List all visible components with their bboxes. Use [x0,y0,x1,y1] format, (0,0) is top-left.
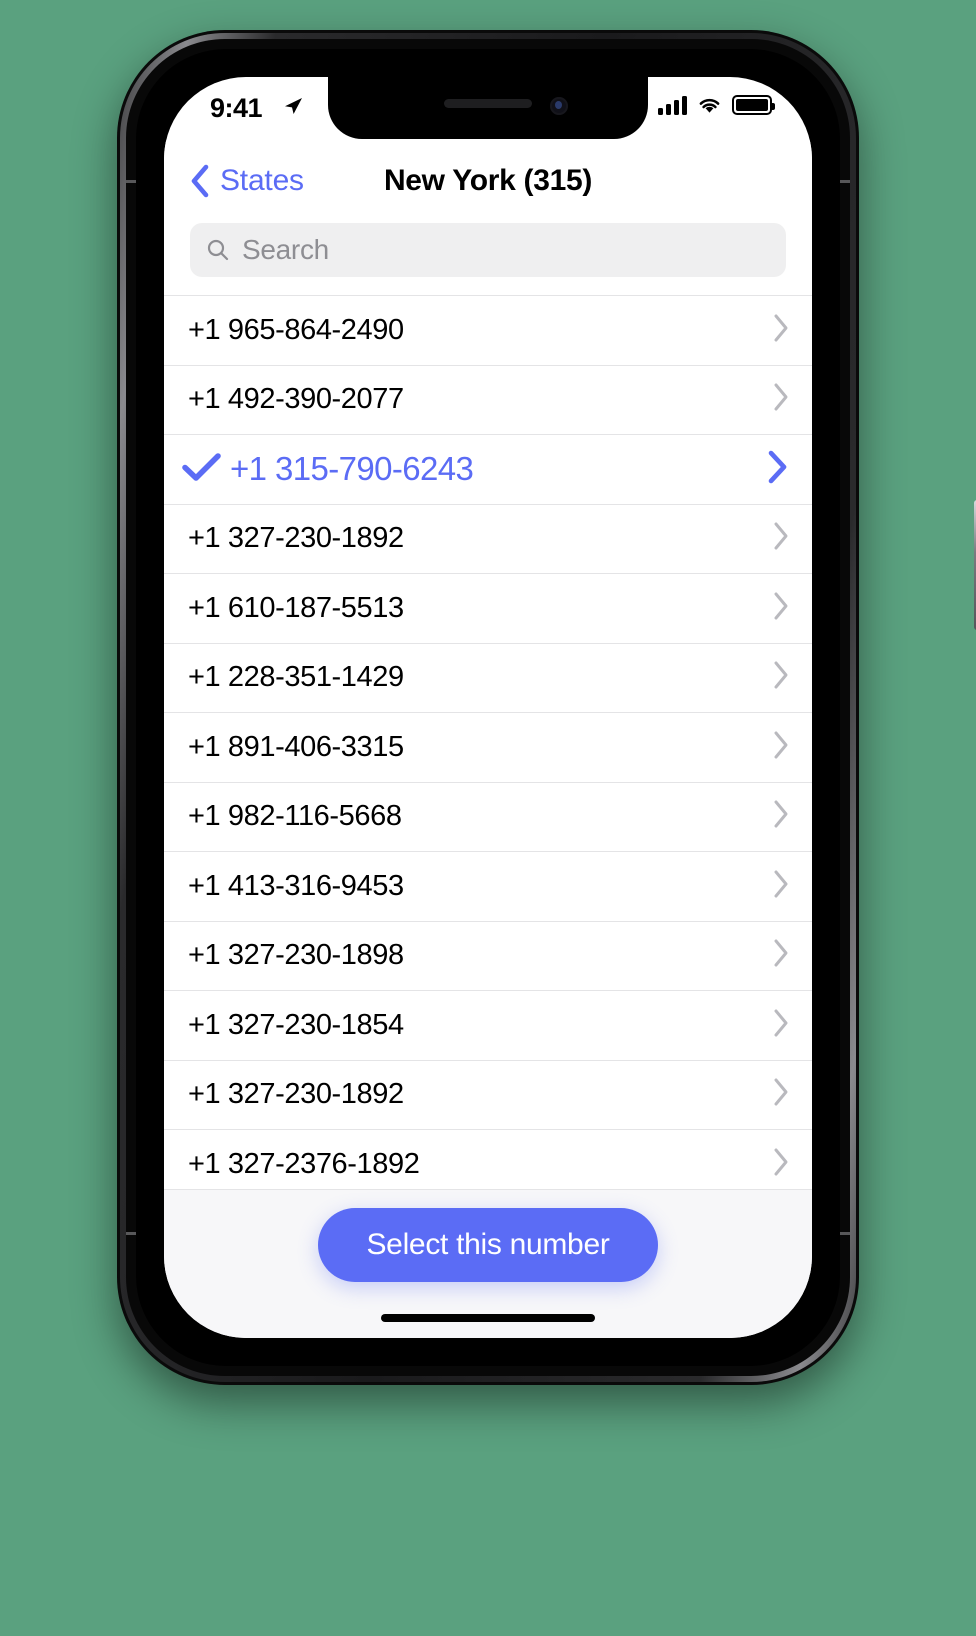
phone-number-row[interactable]: +1 413-316-9453 [164,852,812,922]
chevron-right-icon [772,591,790,626]
chevron-right-icon [766,449,790,490]
phone-number-label: +1 327-230-1854 [188,1008,404,1041]
chevron-left-icon [191,164,209,198]
search-icon [207,239,229,261]
footer-bar: Select this number [164,1189,812,1338]
phone-number-row[interactable]: +1 492-390-2077 [164,365,812,435]
chevron-right-icon [772,382,790,417]
status-time: 9:41 [210,93,263,123]
phone-number-row[interactable]: +1 965-864-2490 [164,296,812,366]
chevron-right-icon [772,313,790,348]
status-indicators [658,95,775,115]
search-placeholder: Search [242,234,329,265]
wifi-icon [699,98,720,113]
checkmark-icon [182,452,224,487]
earpiece-speaker [444,99,532,108]
chevron-right-icon [772,660,790,695]
phone-screen: 9:41 New York (315) States Search +1 965… [164,77,812,1338]
phone-device-frame: 9:41 New York (315) States Search +1 965… [117,30,976,1385]
antenna-line [126,1232,136,1235]
battery-full-icon [732,95,775,115]
phone-number-row[interactable]: +1 327-230-1892 [164,1060,812,1130]
home-indicator[interactable] [381,1314,595,1322]
screen-bezel: 9:41 New York (315) States Search +1 965… [136,49,840,1366]
phone-number-row-selected[interactable]: +1 315-790-6243 [164,435,812,505]
display-notch [328,77,648,139]
search-bar-container: Search [164,223,812,295]
navigation-bar: New York (315) States [164,139,812,223]
phone-number-label: +1 492-390-2077 [188,383,404,416]
antenna-line [840,1232,850,1235]
phone-number-row[interactable]: +1 610-187-5513 [164,574,812,644]
select-this-number-button[interactable]: Select this number [318,1208,658,1282]
phone-number-label: +1 228-351-1429 [188,661,404,694]
phone-number-row[interactable]: +1 327-230-1898 [164,921,812,991]
antenna-line [126,180,136,183]
phone-number-label: +1 327-230-1898 [188,939,404,972]
chevron-right-icon [772,1008,790,1043]
chevron-right-icon [772,938,790,973]
chevron-right-icon [772,1077,790,1112]
chevron-right-icon [772,799,790,834]
phone-number-label: +1 413-316-9453 [188,869,404,902]
location-arrow-icon [282,95,304,122]
chevron-right-icon [772,1147,790,1182]
back-button-label: States [220,164,304,197]
phone-number-label: +1 315-790-6243 [230,450,474,488]
phone-number-row[interactable]: +1 982-116-5668 [164,782,812,852]
phone-number-row[interactable]: +1 891-406-3315 [164,713,812,783]
chevron-right-icon [772,869,790,904]
phone-number-row[interactable]: +1 327-230-1854 [164,991,812,1061]
phone-number-label: +1 965-864-2490 [188,313,404,346]
phone-number-row[interactable]: +1 327-2376-1892 [164,1130,812,1190]
phone-number-label: +1 327-230-1892 [188,1078,404,1111]
chevron-right-icon [772,521,790,556]
search-input[interactable]: Search [190,223,786,277]
phone-number-label: +1 891-406-3315 [188,730,404,763]
phone-number-row[interactable]: +1 327-230-1892 [164,504,812,574]
phone-number-list[interactable]: +1 965-864-2490 +1 492-390-2077 +1 315-790… [164,295,812,1190]
phone-number-label: +1 982-116-5668 [188,800,402,833]
chevron-right-icon [772,730,790,765]
antenna-line [840,180,850,183]
phone-number-row[interactable]: +1 228-351-1429 [164,643,812,713]
phone-number-label: +1 610-187-5513 [188,591,404,624]
phone-number-label: +1 327-230-1892 [188,522,404,555]
cellular-signal-icon [658,95,687,115]
front-camera-icon [550,97,568,115]
phone-number-label: +1 327-2376-1892 [188,1147,420,1180]
back-button[interactable]: States [190,164,304,198]
